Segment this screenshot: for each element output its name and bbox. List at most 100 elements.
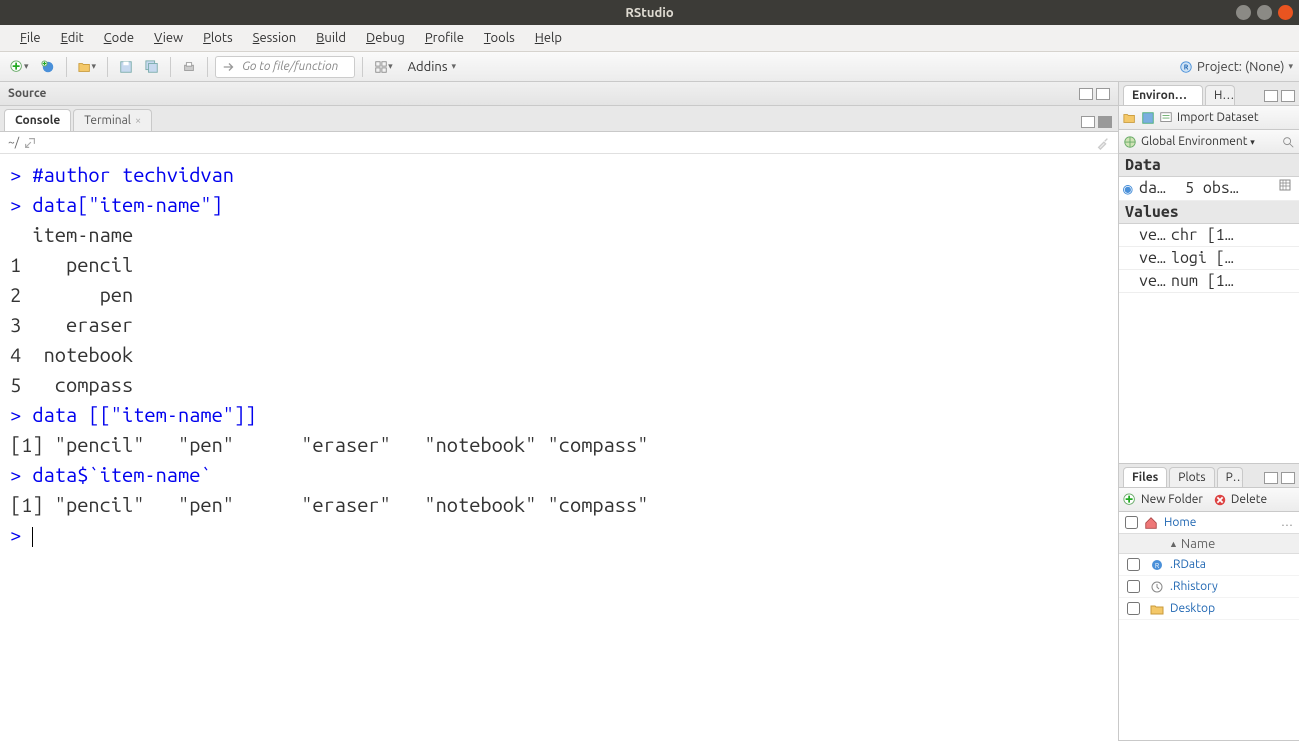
files-row[interactable]: Desktop: [1119, 598, 1299, 620]
folder-open-icon[interactable]: [1123, 111, 1137, 125]
tab-console[interactable]: Console: [4, 109, 71, 131]
menu-plots[interactable]: Plots: [193, 28, 243, 48]
plus-circle-icon: [1123, 493, 1137, 507]
new-project-button[interactable]: [37, 56, 59, 78]
pane-maximize-icon[interactable]: [1281, 472, 1295, 484]
tab-history[interactable]: History: [1205, 85, 1235, 105]
addins-label: Addins: [408, 60, 448, 74]
files-body: R .RData .Rhistory Desktop: [1119, 554, 1299, 740]
source-pane-label: Source: [8, 87, 46, 100]
new-folder-button[interactable]: New Folder: [1141, 493, 1203, 506]
main-toolbar: ▾ ▾ Go to file/function ▾ Addins ▾ R Pro…: [0, 52, 1299, 82]
import-dataset-button[interactable]: Import Dataset: [1177, 111, 1259, 124]
delete-button[interactable]: Delete: [1231, 493, 1267, 506]
files-breadcrumb: Home …: [1119, 512, 1299, 534]
file-icon: R: [1150, 558, 1164, 572]
files-row[interactable]: .Rhistory: [1119, 576, 1299, 598]
save-button[interactable]: [115, 56, 137, 78]
addins-button[interactable]: Addins ▾: [401, 56, 463, 78]
window-close-button[interactable]: [1278, 5, 1293, 20]
pane-restore-icon[interactable]: [1264, 472, 1278, 484]
menu-edit[interactable]: Edit: [51, 28, 94, 48]
save-all-button[interactable]: [141, 56, 163, 78]
goto-file-input[interactable]: Go to file/function: [215, 56, 355, 78]
tab-packages[interactable]: Packages: [1217, 467, 1243, 487]
import-icon: [1159, 111, 1173, 125]
menu-build[interactable]: Build: [306, 28, 356, 48]
env-value-row[interactable]: ve…chr [1…: [1119, 224, 1299, 247]
menu-debug[interactable]: Debug: [356, 28, 415, 48]
print-icon: [182, 60, 196, 74]
plus-r-icon: [41, 60, 55, 74]
print-button[interactable]: [178, 56, 200, 78]
files-column-header: ▲Name: [1119, 534, 1299, 554]
save-icon[interactable]: [1141, 111, 1155, 125]
pane-restore-icon[interactable]: [1081, 116, 1095, 128]
env-scope-bar: Global Environment ▾: [1119, 130, 1299, 154]
menu-help[interactable]: Help: [525, 28, 572, 48]
pane-restore-icon[interactable]: [1264, 90, 1278, 102]
window-minimize-button[interactable]: [1236, 5, 1251, 20]
env-data-row[interactable]: ◉da…5 obs…: [1119, 177, 1299, 201]
console-path: ~/: [8, 136, 19, 149]
plus-circle-icon: [10, 60, 24, 74]
console-path-bar: ~/: [0, 132, 1118, 154]
open-file-button[interactable]: ▾: [74, 56, 101, 78]
project-menu[interactable]: R Project: (None) ▾: [1179, 60, 1293, 74]
files-row[interactable]: R .RData: [1119, 554, 1299, 576]
pane-maximize-icon[interactable]: [1096, 88, 1110, 100]
file-name[interactable]: .RData: [1170, 558, 1206, 571]
delete-icon: [1213, 493, 1227, 507]
grid-button[interactable]: ▾: [370, 56, 397, 78]
env-value-row[interactable]: ve…num [1…: [1119, 270, 1299, 293]
pane-maximize-icon[interactable]: [1281, 90, 1295, 102]
search-icon[interactable]: [1281, 135, 1295, 149]
window-titlebar: RStudio: [0, 0, 1299, 25]
menu-profile[interactable]: Profile: [415, 28, 474, 48]
save-all-icon: [145, 60, 159, 74]
file-checkbox[interactable]: [1127, 580, 1140, 593]
env-tabs: Environment History: [1119, 82, 1299, 106]
pane-restore-icon[interactable]: [1079, 88, 1093, 100]
breadcrumb-home[interactable]: Home: [1164, 516, 1196, 529]
window-title: RStudio: [625, 6, 673, 20]
tab-files[interactable]: Files: [1123, 467, 1167, 487]
file-checkbox[interactable]: [1127, 602, 1140, 615]
file-checkbox[interactable]: [1127, 558, 1140, 571]
env-scope-dropdown[interactable]: Global Environment ▾: [1141, 135, 1255, 148]
file-name[interactable]: Desktop: [1170, 602, 1215, 615]
goto-arrow-icon: [222, 60, 236, 74]
close-icon[interactable]: ×: [135, 115, 141, 127]
env-toolbar: Import Dataset: [1119, 106, 1299, 130]
select-all-checkbox[interactable]: [1125, 516, 1138, 529]
tab-plots[interactable]: Plots: [1169, 467, 1214, 487]
menu-tools[interactable]: Tools: [474, 28, 525, 48]
folder-open-icon: [78, 60, 92, 74]
svg-text:R: R: [1184, 63, 1189, 71]
save-icon: [119, 60, 133, 74]
menu-code[interactable]: Code: [94, 28, 144, 48]
env-section-values: Values: [1119, 201, 1299, 224]
svg-text:R: R: [1155, 562, 1160, 570]
popout-icon[interactable]: [23, 136, 37, 150]
files-toolbar: New Folder Delete: [1119, 488, 1299, 512]
console-output[interactable]: > #author techvidvan > data["item-name"]…: [0, 154, 1118, 741]
pane-maximize-icon[interactable]: [1098, 116, 1112, 128]
menu-session[interactable]: Session: [243, 28, 306, 48]
env-value-row[interactable]: ve…logi […: [1119, 247, 1299, 270]
new-file-button[interactable]: ▾: [6, 56, 33, 78]
file-name[interactable]: .Rhistory: [1170, 580, 1218, 593]
tab-environment[interactable]: Environment: [1123, 85, 1203, 105]
file-icon: [1150, 602, 1164, 616]
env-section-data: Data: [1119, 154, 1299, 177]
more-button[interactable]: …: [1281, 516, 1293, 529]
window-maximize-button[interactable]: [1257, 5, 1272, 20]
tab-terminal[interactable]: Terminal×: [73, 109, 152, 131]
grid-icon: [374, 60, 388, 74]
broom-icon[interactable]: [1096, 136, 1110, 150]
console-tabs: Console Terminal×: [0, 106, 1118, 132]
menu-file[interactable]: File: [10, 28, 51, 48]
menu-bar: FileEditCodeViewPlotsSessionBuildDebugPr…: [0, 25, 1299, 52]
menu-view[interactable]: View: [144, 28, 193, 48]
globe-icon: [1123, 135, 1137, 149]
